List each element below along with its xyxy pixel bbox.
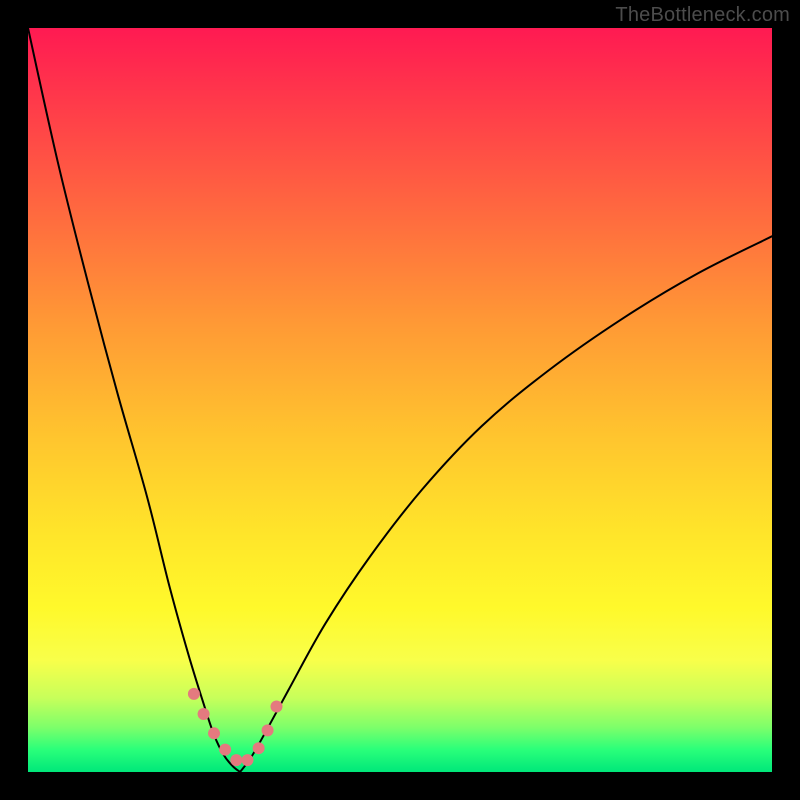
curve-marker bbox=[271, 701, 283, 713]
chart-plot-area bbox=[28, 28, 772, 772]
curve-marker bbox=[262, 724, 274, 736]
attribution-label: TheBottleneck.com bbox=[615, 4, 790, 27]
curve-left-branch bbox=[28, 28, 240, 772]
curve-marker bbox=[188, 688, 200, 700]
curve-marker bbox=[253, 742, 265, 754]
curve-marker bbox=[198, 708, 210, 720]
curve-marker bbox=[230, 754, 242, 766]
bottleneck-curve bbox=[28, 28, 772, 772]
curve-right-branch bbox=[240, 236, 772, 772]
curve-marker bbox=[219, 744, 231, 756]
curve-marker bbox=[241, 754, 253, 766]
curve-marker bbox=[208, 727, 220, 739]
